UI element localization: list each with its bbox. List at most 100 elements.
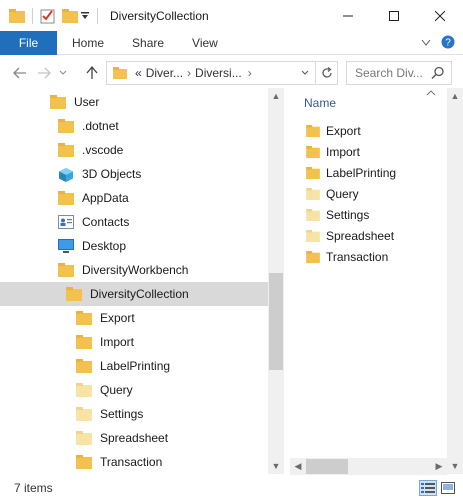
forward-button[interactable]: [32, 61, 56, 85]
file-list-vertical-scrollbar[interactable]: ▲ ▼: [447, 88, 463, 474]
tree-item[interactable]: Query: [0, 378, 268, 402]
folder-icon: [306, 166, 320, 179]
file-list-horizontal-scrollbar[interactable]: ◀ ▶: [290, 458, 447, 475]
tree-item[interactable]: Export: [0, 306, 268, 330]
tree-item-label: LabelPrinting: [100, 359, 171, 373]
back-button[interactable]: [8, 61, 32, 85]
file-item[interactable]: Import: [306, 141, 360, 162]
file-item-label: Settings: [326, 207, 370, 222]
navigation-pane: User .dotnet .vscode 3D Objects AppData Conta…: [0, 88, 268, 474]
breadcrumb-segment[interactable]: Diversi...: [195, 66, 242, 80]
chevron-right-icon[interactable]: ›: [248, 66, 252, 80]
tree-item[interactable]: 3D Objects: [0, 162, 268, 186]
tree-item-label: DiversityCollection: [90, 287, 189, 301]
file-list: Name Export Import LabelPrinting Query Setti…: [290, 88, 447, 458]
folder-icon: [76, 311, 92, 325]
scroll-right-arrow[interactable]: ▶: [431, 458, 447, 474]
new-folder-icon[interactable]: [61, 7, 79, 25]
tree-item[interactable]: Import: [0, 330, 268, 354]
tree-item[interactable]: .dotnet: [0, 114, 268, 138]
chevron-right-icon[interactable]: ›: [187, 66, 191, 80]
scroll-left-arrow[interactable]: ◀: [290, 458, 306, 474]
large-icons-view-button[interactable]: [439, 480, 457, 496]
file-item-label: Export: [326, 123, 361, 138]
properties-icon[interactable]: [39, 7, 57, 25]
search-input[interactable]: Search Div...: [346, 61, 452, 85]
folder-icon: [58, 191, 74, 205]
file-item-label: Transaction: [326, 249, 389, 264]
file-item[interactable]: Spreadsheet: [306, 225, 394, 246]
scroll-up-arrow[interactable]: ▲: [447, 88, 463, 104]
tree-item-label: Desktop: [82, 239, 127, 253]
help-icon[interactable]: ?: [441, 35, 455, 52]
tab-file[interactable]: File: [0, 30, 57, 55]
folder-icon[interactable]: [8, 7, 26, 25]
separator: [97, 7, 98, 24]
tree-item[interactable]: Contacts: [0, 210, 268, 234]
tree-item[interactable]: DiversityWorkbench: [0, 258, 268, 282]
tree-item[interactable]: LabelPrinting: [0, 354, 268, 378]
scroll-up-arrow[interactable]: ▲: [268, 88, 284, 104]
file-item[interactable]: LabelPrinting: [306, 162, 396, 183]
tree-item[interactable]: Transaction: [0, 450, 268, 474]
tree-item[interactable]: User: [0, 90, 268, 114]
close-button[interactable]: [417, 0, 463, 31]
folder-icon: [66, 287, 82, 301]
customize-toolbar-icon[interactable]: [79, 7, 91, 25]
address-bar[interactable]: « Diver... › Diversi... ›: [106, 61, 338, 85]
scrollbar-thumb[interactable]: [269, 273, 283, 370]
up-button[interactable]: [80, 61, 104, 85]
tree-item[interactable]: Spreadsheet: [0, 426, 268, 450]
folder-icon: [76, 335, 92, 349]
scroll-down-arrow[interactable]: ▼: [268, 458, 284, 474]
folder-icon: [306, 124, 320, 137]
tree-item-label: Query: [100, 383, 133, 397]
file-item[interactable]: Export: [306, 120, 361, 141]
tree-item-label: Settings: [100, 407, 144, 421]
folder-icon: [306, 145, 320, 158]
address-dropdown-icon[interactable]: [297, 62, 313, 84]
recent-locations-button[interactable]: [56, 61, 70, 85]
maximize-button[interactable]: [371, 0, 417, 31]
tree-item-label: Spreadsheet: [100, 431, 169, 445]
scrollbar-thumb[interactable]: [306, 459, 348, 474]
tree-item[interactable]: .vscode: [0, 138, 268, 162]
sort-ascending-icon: [426, 88, 436, 98]
refresh-button[interactable]: [315, 62, 337, 84]
column-header-name[interactable]: Name: [304, 96, 336, 110]
tab-home[interactable]: Home: [57, 31, 118, 55]
breadcrumb-segment[interactable]: Diver...: [146, 66, 183, 80]
scroll-down-arrow[interactable]: ▼: [447, 458, 463, 474]
tree-item-label: DiversityWorkbench: [82, 263, 189, 277]
file-item-label: LabelPrinting: [326, 165, 397, 180]
tree-item-label: Import: [100, 335, 135, 349]
file-item[interactable]: Settings: [306, 204, 369, 225]
folder-icon: [58, 143, 74, 157]
tab-share[interactable]: Share: [118, 31, 178, 55]
tree-item-label: Export: [100, 311, 135, 325]
tab-view[interactable]: View: [178, 31, 232, 55]
search-placeholder: Search Div...: [355, 66, 423, 80]
navigation-pane-scrollbar[interactable]: ▲ ▼: [268, 88, 284, 474]
minimize-button[interactable]: [325, 0, 371, 31]
folder-icon: [113, 67, 127, 79]
folder-light-icon: [306, 229, 320, 242]
item-count: 7 items: [14, 481, 53, 495]
status-bar: 7 items: [0, 476, 463, 500]
path-overflow[interactable]: «: [135, 66, 142, 80]
file-item-label: Spreadsheet: [326, 228, 395, 243]
desktop-icon: [58, 239, 74, 253]
tree-item[interactable]: Settings: [0, 402, 268, 426]
folder-light-icon: [76, 431, 92, 445]
tree-item[interactable]: DiversityCollection: [0, 282, 268, 306]
window-controls: [325, 0, 463, 31]
folder-icon: [306, 250, 320, 263]
title-bar: DiversityCollection: [0, 0, 463, 31]
tree-item[interactable]: Desktop: [0, 234, 268, 258]
file-item[interactable]: Query: [306, 183, 359, 204]
details-view-button[interactable]: [419, 480, 437, 496]
tree-item-label: 3D Objects: [82, 167, 142, 181]
expand-ribbon-icon[interactable]: [421, 36, 431, 50]
tree-item[interactable]: AppData: [0, 186, 268, 210]
file-item[interactable]: Transaction: [306, 246, 388, 267]
